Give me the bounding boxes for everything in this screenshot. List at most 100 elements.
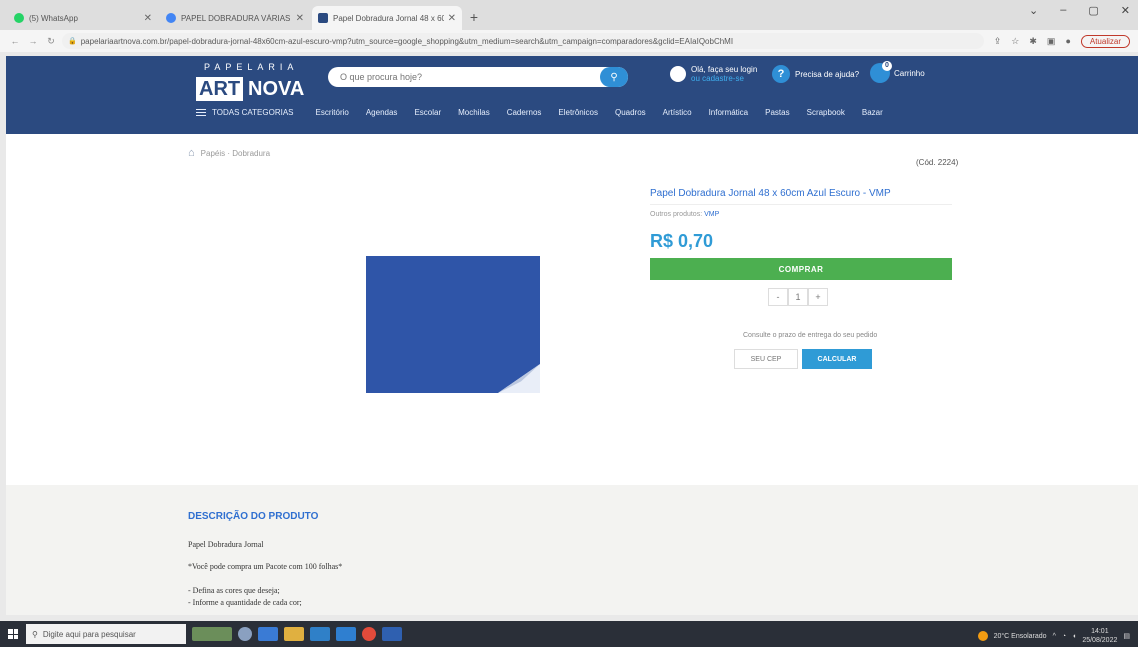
reload-icon[interactable]: ↻: [44, 36, 58, 47]
close-icon[interactable]: ✕: [448, 13, 456, 24]
category-artistico[interactable]: Artístico: [663, 108, 692, 117]
category-informatica[interactable]: Informática: [709, 108, 749, 117]
category-nav: TODAS CATEGORIAS Escritório Agendas Esco…: [196, 108, 900, 117]
product-paper-image: [366, 256, 540, 393]
category-bazar[interactable]: Bazar: [862, 108, 883, 117]
extensions-icon[interactable]: ✱: [1029, 36, 1037, 47]
weather-icon: [977, 631, 988, 641]
network-icon[interactable]: ◔: [1062, 633, 1066, 640]
sidebar-icon[interactable]: ▣: [1047, 36, 1056, 47]
notification-icon[interactable]: ▤: [1123, 632, 1130, 640]
category-quadros[interactable]: Quadros: [615, 108, 646, 117]
tab-google[interactable]: PAPEL DOBRADURA VÁRIAS CO ✕: [160, 6, 310, 30]
help-icon: ?: [772, 65, 790, 83]
system-tray: 20°C Ensolarado ^ ◔ ◖ 14:01 25/08/2022 ▤: [977, 627, 1130, 645]
url-field[interactable]: 🔒 papelariaartnova.com.br/papel-dobradur…: [62, 33, 984, 49]
category-escolar[interactable]: Escolar: [414, 108, 441, 117]
forward-icon[interactable]: →: [26, 36, 40, 46]
whatsapp-icon: [14, 13, 24, 23]
product-code: (Cód. 2224): [916, 158, 959, 167]
close-window-button[interactable]: ✕: [1121, 4, 1130, 17]
breadcrumb-text[interactable]: Papéis · Dobradura: [201, 149, 270, 158]
cart-link[interactable]: 0 Carrinho: [870, 61, 925, 83]
site-icon: [318, 13, 328, 23]
edge-icon[interactable]: [258, 627, 278, 641]
minimize-button[interactable]: –: [1060, 4, 1066, 17]
description-line: *Você pode compra um Pacote com 100 folh…: [188, 562, 343, 571]
account-line-1: Olá, faça seu login: [691, 65, 758, 74]
all-categories-label: TODAS CATEGORIAS: [212, 108, 294, 117]
logo-nova: NOVA: [248, 78, 305, 100]
category-mochilas[interactable]: Mochilas: [458, 108, 490, 117]
all-categories-button[interactable]: TODAS CATEGORIAS: [196, 108, 294, 117]
qty-plus-button[interactable]: +: [808, 288, 828, 306]
category-pastas[interactable]: Pastas: [765, 108, 789, 117]
share-icon[interactable]: ⇪: [994, 36, 1002, 47]
brand-link[interactable]: VMP: [704, 211, 719, 218]
account-line-2[interactable]: ou cadastre-se: [691, 74, 744, 83]
close-icon[interactable]: ✕: [296, 13, 304, 24]
category-eletronicos[interactable]: Eletrônicos: [558, 108, 598, 117]
lock-icon: 🔒: [68, 38, 77, 45]
tab-whatsapp[interactable]: (5) WhatsApp ✕: [8, 6, 158, 30]
category-escritorio[interactable]: Escritório: [316, 108, 349, 117]
account-link[interactable]: Olá, faça seu login ou cadastre-se: [670, 65, 757, 83]
maximize-button[interactable]: ▢: [1088, 4, 1098, 17]
product-price: R$ 0,70: [650, 231, 714, 251]
tray-chevron-icon[interactable]: ^: [1053, 633, 1056, 640]
update-button[interactable]: Atualizar: [1080, 34, 1130, 48]
time-text: 14:01: [1091, 628, 1109, 635]
file-explorer-icon[interactable]: [284, 627, 304, 641]
brand-prefix: Outros produtos:: [650, 211, 703, 218]
close-icon[interactable]: ✕: [144, 13, 152, 24]
back-icon[interactable]: ←: [8, 36, 22, 46]
clock[interactable]: 14:01 25/08/2022: [1082, 627, 1117, 645]
browser-toolbar: ⇪ ☆ ✱ ▣ ● Atualizar: [994, 34, 1130, 48]
buy-button[interactable]: COMPRAR: [650, 258, 952, 280]
category-cadernos[interactable]: Cadernos: [507, 108, 542, 117]
tab-product[interactable]: Papel Dobradura Jornal 48 x 60... ✕: [312, 6, 462, 30]
tab-search-icon[interactable]: ⌄: [1029, 4, 1038, 17]
user-icon: [670, 66, 686, 82]
search-box: ⚲: [328, 67, 628, 87]
profile-icon[interactable]: ●: [1065, 36, 1070, 46]
search-input[interactable]: [328, 67, 588, 87]
qty-value[interactable]: 1: [788, 288, 808, 306]
task-view-icon[interactable]: [238, 627, 252, 641]
start-button[interactable]: [0, 621, 26, 647]
search-icon: ⚲: [610, 71, 618, 83]
calculate-button[interactable]: CALCULAR: [802, 349, 872, 369]
weather-text[interactable]: 20°C Ensolarado: [994, 633, 1047, 640]
help-link[interactable]: ? Precisa de ajuda?: [772, 65, 859, 83]
address-bar: ← → ↻ 🔒 papelariaartnova.com.br/papel-do…: [0, 30, 1138, 52]
widget-icon[interactable]: [192, 627, 232, 641]
description-line: - Informe a quantidade de cada cor;: [188, 598, 302, 607]
mail-icon[interactable]: [336, 627, 356, 641]
new-tab-button[interactable]: +: [464, 6, 484, 30]
product-image[interactable]: [336, 194, 576, 464]
star-icon[interactable]: ☆: [1011, 36, 1019, 47]
search-icon: ⚲: [32, 629, 38, 639]
cep-input[interactable]: [734, 349, 798, 369]
quantity-stepper: - 1 +: [768, 288, 828, 306]
google-icon: [166, 13, 176, 23]
breadcrumb: ⌂ Papéis · Dobradura: [188, 147, 270, 159]
category-scrapbook[interactable]: Scrapbook: [807, 108, 845, 117]
description-section: DESCRIÇÃO DO PRODUTO Papel Dobradura Jor…: [6, 485, 1138, 615]
taskbar-search[interactable]: ⚲ Digite aqui para pesquisar: [26, 624, 186, 644]
category-agendas[interactable]: Agendas: [366, 108, 398, 117]
taskbar-search-placeholder: Digite aqui para pesquisar: [42, 629, 136, 639]
tab-label: (5) WhatsApp: [29, 13, 78, 23]
volume-icon[interactable]: ◖: [1072, 633, 1076, 640]
tab-label: PAPEL DOBRADURA VÁRIAS CO: [181, 13, 292, 23]
description-line: Papel Dobradura Jornal: [188, 540, 264, 549]
logo-subtitle: PAPELARIA: [204, 62, 299, 72]
qty-minus-button[interactable]: -: [768, 288, 788, 306]
store-icon[interactable]: [310, 627, 330, 641]
app-icon[interactable]: [382, 627, 402, 641]
search-button[interactable]: ⚲: [600, 67, 628, 87]
chrome-icon[interactable]: [362, 627, 376, 641]
site-logo[interactable]: PAPELARIA ART NOVA: [196, 62, 321, 102]
home-icon[interactable]: ⌂: [188, 147, 195, 159]
browser-tab-bar: (5) WhatsApp ✕ PAPEL DOBRADURA VÁRIAS CO…: [0, 0, 1138, 30]
